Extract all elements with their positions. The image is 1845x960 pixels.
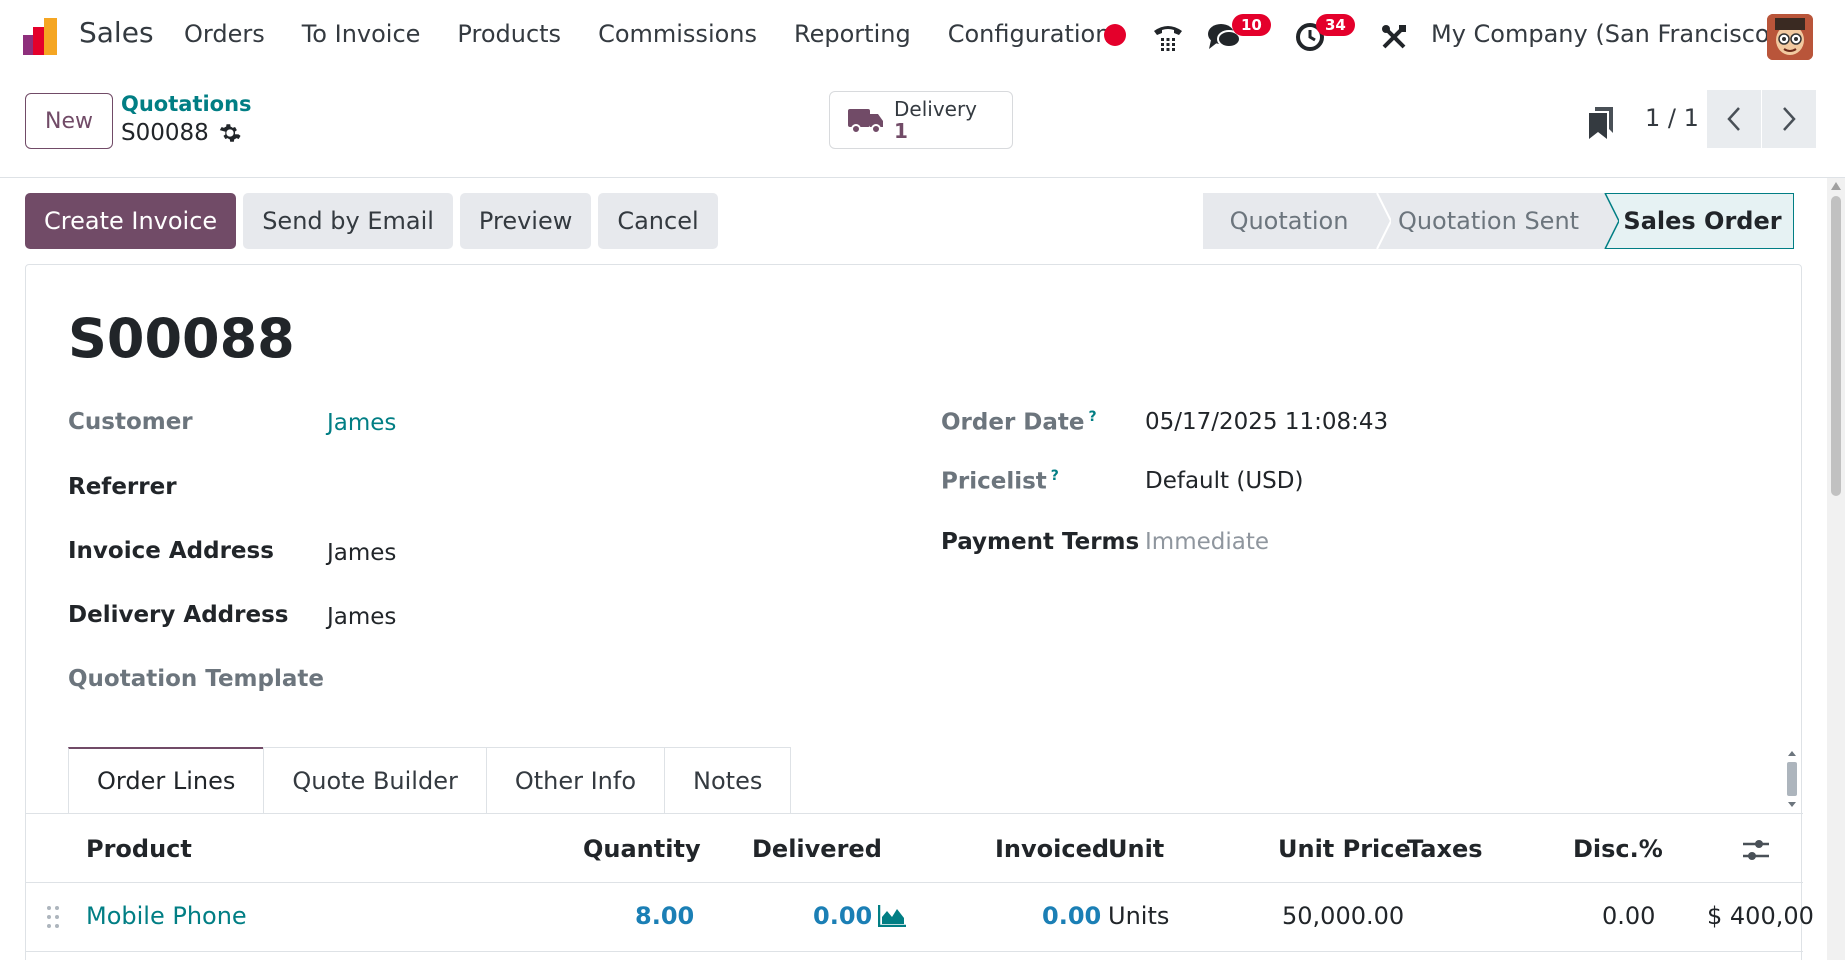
table-row-divider bbox=[26, 951, 1803, 952]
stage-quotation-sent[interactable]: Quotation Sent bbox=[1369, 193, 1594, 249]
column-header-unit[interactable]: Unit bbox=[1108, 835, 1164, 863]
scroll-up-icon[interactable] bbox=[1831, 182, 1841, 190]
breadcrumb-current-label: S00088 bbox=[121, 120, 209, 146]
sales-app-logo-icon[interactable] bbox=[23, 17, 63, 57]
tab-notes[interactable]: Notes bbox=[664, 747, 792, 813]
payment-terms-field[interactable]: Immediate bbox=[1145, 529, 1269, 555]
page-scrollbar[interactable] bbox=[1827, 178, 1845, 960]
row-unit-price[interactable]: 50,000.00 bbox=[1282, 902, 1404, 930]
table-header-divider bbox=[26, 882, 1803, 883]
stage-arrow-divider bbox=[1363, 193, 1391, 249]
truck-icon bbox=[848, 109, 883, 134]
referrer-field[interactable] bbox=[327, 474, 847, 504]
top-navbar: Sales Orders To Invoice Products Commiss… bbox=[0, 0, 1845, 74]
pricelist-field[interactable]: Default (USD) bbox=[1145, 468, 1303, 494]
invoice-address-label: Invoice Address bbox=[68, 538, 274, 564]
record-title: S00088 bbox=[68, 307, 295, 370]
menu-reporting[interactable]: Reporting bbox=[794, 20, 911, 48]
row-discount[interactable]: 0.00 bbox=[1602, 902, 1655, 930]
breadcrumb-quotations-link[interactable]: Quotations bbox=[121, 92, 252, 116]
row-unit[interactable]: Units bbox=[1108, 902, 1169, 930]
breadcrumb-current: S00088 bbox=[121, 120, 241, 146]
tab-order-lines[interactable]: Order Lines bbox=[68, 747, 265, 813]
delivery-smart-button[interactable]: Delivery 1 bbox=[829, 91, 1013, 149]
main-menu: Orders To Invoice Products Commissions R… bbox=[184, 20, 1147, 48]
notebook-tabs: Order Lines Quote Builder Other Info Not… bbox=[68, 747, 792, 813]
optional-columns-toggle-icon[interactable] bbox=[1743, 838, 1769, 862]
gear-icon[interactable] bbox=[219, 122, 241, 144]
activities-count-badge: 34 bbox=[1316, 14, 1355, 36]
pricelist-label: Pricelist? bbox=[941, 468, 1059, 495]
column-header-unit-price[interactable]: Unit Price bbox=[1278, 835, 1411, 863]
delivery-count: 1 bbox=[894, 119, 908, 143]
column-header-discount[interactable]: Disc.% bbox=[1573, 835, 1663, 863]
order-date-label-text: Order Date bbox=[941, 409, 1085, 436]
tab-other-info[interactable]: Other Info bbox=[485, 747, 666, 813]
cancel-button[interactable]: Cancel bbox=[598, 193, 718, 249]
column-header-invoiced[interactable]: Invoiced bbox=[995, 835, 1109, 863]
row-subtotal: $ 400,00 bbox=[1707, 902, 1814, 930]
company-switcher[interactable]: My Company (San Francisco) bbox=[1431, 20, 1779, 48]
tabs-divider bbox=[26, 813, 1803, 814]
tabs-scroll-control[interactable] bbox=[1785, 748, 1799, 810]
delivery-address-field[interactable]: James bbox=[327, 604, 396, 630]
delivery-label: Delivery bbox=[894, 97, 978, 121]
row-delivered[interactable]: 0.00 bbox=[813, 902, 872, 930]
form-sheet: S00088 Customer James Referrer Invoice A… bbox=[25, 264, 1814, 960]
column-header-delivered[interactable]: Delivered bbox=[752, 835, 882, 863]
debug-tools-icon[interactable] bbox=[1376, 14, 1412, 60]
phone-icon[interactable] bbox=[1148, 14, 1188, 60]
chevron-left-icon bbox=[1727, 107, 1740, 131]
menu-products[interactable]: Products bbox=[457, 20, 561, 48]
pricelist-help-icon[interactable]: ? bbox=[1051, 468, 1059, 484]
stage-sales-order[interactable]: Sales Order bbox=[1594, 193, 1794, 249]
referrer-label: Referrer bbox=[68, 474, 177, 500]
order-date-label: Order Date? bbox=[941, 409, 1097, 436]
new-button[interactable]: New bbox=[25, 93, 113, 149]
app-name[interactable]: Sales bbox=[79, 16, 154, 49]
menu-commissions[interactable]: Commissions bbox=[598, 20, 757, 48]
pager-value[interactable]: 1 / 1 bbox=[1645, 104, 1699, 132]
bookmark-icon[interactable] bbox=[1589, 107, 1613, 139]
menu-orders[interactable]: Orders bbox=[184, 20, 265, 48]
user-avatar[interactable] bbox=[1767, 14, 1813, 60]
forecast-chart-icon[interactable] bbox=[878, 905, 906, 927]
payment-terms-label: Payment Terms bbox=[941, 529, 1140, 555]
page-scrollbar-thumb[interactable] bbox=[1831, 196, 1841, 496]
messages-count-badge: 10 bbox=[1232, 14, 1271, 36]
invoice-address-field[interactable]: James bbox=[327, 540, 396, 566]
pager-previous-button[interactable] bbox=[1707, 90, 1761, 148]
customer-label: Customer bbox=[68, 409, 193, 435]
stage-quotation[interactable]: Quotation bbox=[1203, 193, 1369, 249]
send-by-email-button[interactable]: Send by Email bbox=[243, 193, 453, 249]
pager-next-button[interactable] bbox=[1762, 90, 1816, 148]
row-product[interactable]: Mobile Phone bbox=[86, 902, 247, 930]
preview-button[interactable]: Preview bbox=[459, 193, 592, 249]
column-header-taxes[interactable]: Taxes bbox=[1407, 835, 1483, 863]
menu-to-invoice[interactable]: To Invoice bbox=[302, 20, 421, 48]
customer-field[interactable]: James bbox=[327, 410, 396, 436]
pricelist-label-text: Pricelist bbox=[941, 468, 1047, 495]
chevron-right-icon bbox=[1783, 107, 1796, 131]
delivery-address-label: Delivery Address bbox=[68, 602, 289, 628]
tab-quote-builder[interactable]: Quote Builder bbox=[263, 747, 487, 813]
column-header-product[interactable]: Product bbox=[86, 835, 192, 863]
recording-indicator-icon[interactable] bbox=[1104, 24, 1126, 46]
status-bar: Quotation Quotation Sent Sales Order bbox=[1203, 193, 1794, 249]
row-invoiced[interactable]: 0.00 bbox=[1042, 902, 1101, 930]
column-header-quantity[interactable]: Quantity bbox=[583, 835, 701, 863]
create-invoice-button[interactable]: Create Invoice bbox=[25, 193, 237, 249]
stage-arrow-divider-active bbox=[1591, 193, 1619, 249]
control-panel: New Quotations S00088 Delivery 1 1 / 1 bbox=[0, 74, 1845, 178]
row-quantity[interactable]: 8.00 bbox=[635, 902, 694, 930]
order-date-field[interactable]: 05/17/2025 11:08:43 bbox=[1145, 409, 1388, 435]
order-date-help-icon[interactable]: ? bbox=[1089, 409, 1097, 425]
quotation-template-label: Quotation Template bbox=[68, 666, 324, 692]
menu-configuration[interactable]: Configuration bbox=[948, 20, 1111, 48]
form-action-buttons: Create Invoice Send by Email Preview Can… bbox=[25, 193, 718, 249]
drag-handle-icon[interactable] bbox=[46, 905, 60, 929]
